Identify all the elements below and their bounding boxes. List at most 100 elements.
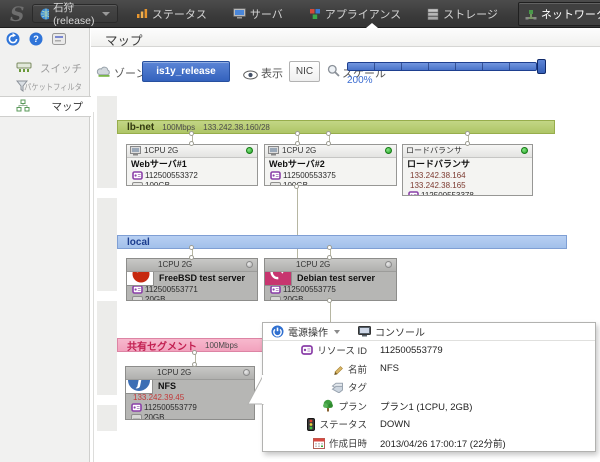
- zone-selector-button[interactable]: 石狩(release): [32, 4, 117, 23]
- server-node-header: 1CPU 2G: [127, 145, 257, 158]
- id-card-icon: [270, 285, 281, 294]
- connector-dot: [327, 255, 332, 260]
- console-button[interactable]: コンソール: [358, 324, 425, 339]
- popup-row-status: ステータス DOWN: [263, 415, 595, 434]
- help-button[interactable]: ?: [28, 31, 44, 47]
- menu-item-label: ネットワーク: [541, 6, 600, 22]
- server-node-web1[interactable]: 1CPU 2G Webサーバ#1 112500553372 100GB: [126, 144, 258, 186]
- disk-size: 20GB: [283, 295, 303, 301]
- menu-item-appliance[interactable]: アプライアンス: [303, 3, 407, 25]
- popup-callout-arrow: [247, 374, 264, 405]
- sidebar-item-map[interactable]: マップ: [0, 96, 91, 117]
- server-node-header: ロードバランサ: [403, 145, 532, 158]
- sidebar-item-switch[interactable]: スイッチ: [0, 59, 90, 77]
- scale-slider-track[interactable]: [347, 62, 537, 71]
- connector-line: [330, 301, 331, 323]
- connector-dot: [327, 245, 332, 250]
- connector-dot: [327, 298, 332, 303]
- segment-name: 共有セグメント: [127, 338, 197, 353]
- menu-item-server[interactable]: サーバ: [227, 3, 289, 25]
- eye-icon: [243, 67, 258, 85]
- server-icon: [233, 8, 246, 19]
- tag-icon: [331, 382, 344, 393]
- disk-icon: [270, 296, 281, 302]
- sidebar-item-packet-filter[interactable]: パケットフィルタ: [0, 78, 90, 96]
- segment-margin-strip: [97, 96, 117, 188]
- nic-view-button[interactable]: NIC: [289, 61, 320, 82]
- appliance-icon: [309, 8, 321, 20]
- server-node-nfs[interactable]: f 1CPU 2G NFS 133.242.39.45 112500553779…: [125, 366, 255, 420]
- menu-item-storage[interactable]: ストレージ: [421, 3, 504, 25]
- server-node-debian[interactable]: 1CPU 2G Debian test server 112500553775 …: [264, 258, 397, 301]
- cloud-icon: [96, 65, 112, 83]
- segment-local[interactable]: local: [117, 235, 567, 249]
- load-balancer-node[interactable]: ロードバランサ ロードバランサ 133.242.38.164 133.242.3…: [402, 144, 533, 196]
- resource-id: 112500553378: [421, 191, 474, 196]
- refresh-icon: [6, 32, 20, 46]
- power-operations-button[interactable]: 電源操作: [271, 324, 340, 339]
- connector-dot: [294, 184, 299, 189]
- chevron-down-icon: [102, 12, 110, 16]
- monitor-icon: [130, 146, 141, 156]
- zone-value-label: is1y_release: [156, 66, 216, 77]
- server-node-freebsd[interactable]: 1CPU 2G FreeBSD test server 112500553771…: [126, 258, 258, 301]
- popup-row-value: 2013/04/26 17:00:17 (22分前): [380, 436, 506, 450]
- popup-toolbar: 電源操作 コンソール: [263, 323, 595, 341]
- segment-lb-net[interactable]: lb-net 100Mbps 133.242.38.160/28: [117, 120, 555, 134]
- server-spec: 1CPU 2G: [282, 145, 316, 157]
- segment-name: local: [127, 237, 150, 248]
- segment-margin-strip: [97, 198, 117, 291]
- menu-item-status[interactable]: ステータス: [130, 3, 213, 25]
- monitor-icon: [268, 146, 279, 156]
- resource-id-row: 112500553779: [126, 403, 254, 412]
- top-navigation-bar: S 石狩(release) ステータス サーバ アプライアンス ストレージ: [0, 0, 600, 28]
- resource-id: 112500553375: [283, 171, 336, 180]
- content-header: マップ: [91, 28, 600, 47]
- power-icon: [271, 325, 284, 338]
- status-dot-off: [385, 261, 392, 268]
- nic-view-label: NIC: [296, 66, 313, 77]
- tree-icon: [322, 399, 334, 412]
- resource-id-row: 112500553372: [127, 171, 257, 180]
- segment-margin-strip: [97, 301, 117, 395]
- connector-dot: [465, 141, 470, 146]
- chevron-down-icon: [334, 330, 340, 334]
- menu-item-network[interactable]: ネットワーク: [518, 2, 600, 26]
- power-operations-label: 電源操作: [288, 324, 328, 339]
- status-dot-up: [246, 147, 253, 154]
- server-name: Webサーバ#1: [127, 158, 257, 170]
- refresh-button[interactable]: [5, 31, 21, 47]
- console-icon: [358, 326, 371, 337]
- server-node-web2[interactable]: 1CPU 2G Webサーバ#2 112500553375 100GB: [264, 144, 397, 186]
- connector-dot: [189, 131, 194, 136]
- server-name: ロードバランサ: [403, 158, 532, 170]
- menu-item-label: ストレージ: [443, 6, 498, 22]
- connector-dot: [192, 350, 197, 355]
- menu-item-label: ステータス: [152, 6, 207, 22]
- id-card-icon: [131, 403, 142, 412]
- popup-row-value: DOWN: [380, 419, 410, 430]
- feedback-window-button[interactable]: [51, 31, 67, 47]
- resource-id: 112500553372: [145, 171, 198, 180]
- disk-size: 20GB: [144, 413, 164, 420]
- sidebar-item-label: マップ: [52, 99, 84, 114]
- sidebar-item-label: パケットフィルタ: [24, 81, 82, 93]
- scale-value: 200%: [347, 75, 373, 86]
- sitemap-icon: [16, 99, 30, 115]
- sidebar-toolbar: ?: [5, 31, 67, 47]
- server-node-header: 1CPU 2G: [126, 367, 254, 380]
- storage-icon: [427, 8, 439, 20]
- menu-item-label: アプライアンス: [325, 6, 401, 22]
- disk-size: 100GB: [145, 181, 170, 186]
- pen-icon: [332, 363, 344, 375]
- scale-slider-handle[interactable]: [537, 59, 546, 74]
- segment-cidr: 133.242.38.160/28: [203, 123, 270, 132]
- disk-size: 20GB: [145, 295, 165, 301]
- disk-icon: [131, 414, 142, 421]
- brand-logo: S: [10, 1, 24, 27]
- ip-address: 133.242.38.165: [403, 181, 532, 190]
- popup-row-label: プラン: [338, 399, 367, 413]
- zone-value-button[interactable]: is1y_release: [142, 61, 230, 82]
- popup-row-label: タグ: [348, 380, 367, 394]
- popup-row-name: 名前 NFS: [263, 360, 595, 379]
